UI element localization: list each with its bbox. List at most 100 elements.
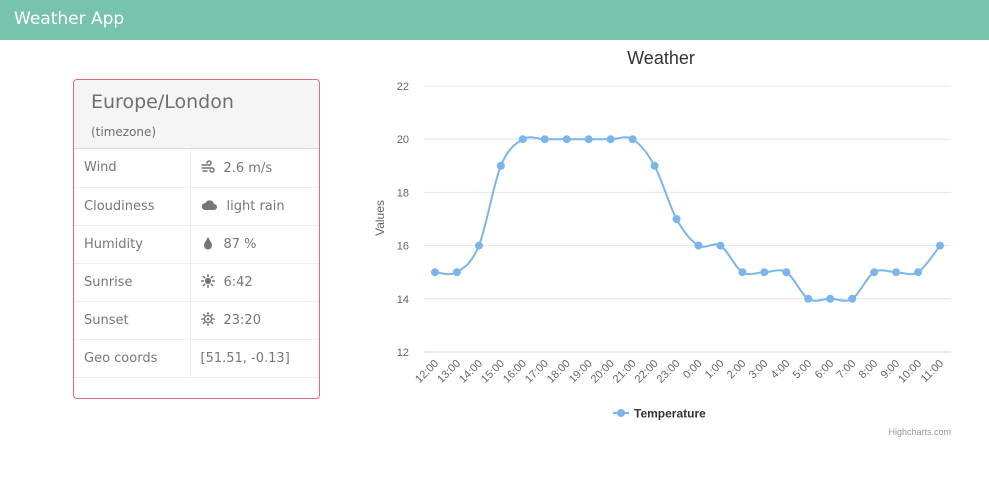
y-tick-label: 20	[397, 134, 409, 146]
cloudiness-cell: light rain	[190, 187, 319, 226]
y-tick-label: 12	[397, 347, 409, 359]
data-point[interactable]	[760, 268, 769, 277]
sun-icon	[200, 274, 215, 288]
data-point[interactable]	[540, 135, 549, 144]
geo-coords-value: [51.51, -0.13]	[190, 339, 319, 378]
row-sunset: Sunset 23:20	[74, 301, 319, 340]
y-tick-label: 16	[397, 241, 409, 253]
x-tick-label: 4:00	[769, 358, 793, 382]
sunrise-cell: 6:42	[190, 263, 319, 302]
temperature-series-line	[434, 136, 941, 302]
x-tick-label: 18:00	[545, 358, 573, 386]
row-geo-coords: Geo coords [51.51, -0.13]	[74, 339, 319, 378]
location-subtitle: (timezone)	[91, 125, 157, 139]
humidity-label: Humidity	[74, 225, 191, 264]
row-wind: Wind 2.6 m/s	[74, 149, 319, 188]
x-tick-label: 5:00	[791, 358, 815, 382]
data-point[interactable]	[474, 241, 483, 250]
humidity-cell: 87 %	[190, 225, 319, 264]
data-point[interactable]	[870, 268, 879, 277]
x-tick-label: 20:00	[589, 358, 617, 386]
sunset-gear-icon	[200, 312, 215, 326]
data-point[interactable]	[496, 161, 505, 170]
weather-info-table: Wind 2.6 m/s Cloudiness light rain Humid…	[74, 149, 319, 378]
chart-legend[interactable]: Temperature	[613, 407, 706, 421]
data-point[interactable]	[628, 135, 637, 144]
droplet-icon	[201, 236, 215, 250]
x-tick-label: 7:00	[835, 358, 859, 382]
card-header: Europe/London (timezone)	[74, 80, 319, 149]
x-tick-label: 6:00	[813, 358, 837, 382]
cloudiness-value: light rain	[226, 199, 285, 214]
y-tick-label: 14	[397, 294, 409, 306]
data-point[interactable]	[738, 268, 747, 277]
data-point[interactable]	[672, 215, 681, 223]
data-point[interactable]	[562, 135, 571, 144]
data-point[interactable]	[914, 268, 923, 277]
y-tick-label: 18	[397, 187, 409, 199]
data-point[interactable]	[782, 268, 791, 277]
chart-gridlines	[424, 85, 951, 353]
data-point[interactable]	[716, 241, 725, 250]
sunset-value: 23:20	[223, 313, 261, 328]
legend-item-temperature[interactable]: Temperature	[634, 407, 706, 421]
sunset-cell: 23:20	[190, 301, 319, 340]
chart-credits[interactable]: Highcharts.com	[888, 427, 951, 437]
y-tick-label: 22	[397, 81, 409, 93]
x-tick-label: 3:00	[747, 358, 771, 382]
location-title: Europe/London	[91, 91, 234, 113]
data-point[interactable]	[694, 241, 703, 250]
weather-info-card: Europe/London (timezone) Wind 2.6 m/s Cl…	[73, 79, 320, 399]
data-point[interactable]	[584, 135, 593, 144]
data-point[interactable]	[606, 135, 615, 144]
wind-label: Wind	[74, 149, 191, 188]
wind-icon	[200, 160, 215, 174]
x-tick-label: 1:00	[703, 358, 727, 382]
row-humidity: Humidity 87 %	[74, 225, 319, 264]
x-tick-label: 23:00	[655, 358, 683, 386]
x-tick-label: 17:00	[523, 358, 551, 386]
x-tick-label: 14:00	[457, 358, 485, 386]
row-cloudiness: Cloudiness light rain	[74, 187, 319, 226]
humidity-value: 87 %	[223, 237, 257, 252]
x-tick-label: 16:00	[501, 358, 529, 386]
data-point[interactable]	[936, 241, 945, 250]
y-axis-label: Values	[373, 200, 387, 236]
x-tick-label: 19:00	[567, 358, 595, 386]
wind-cell: 2.6 m/s	[190, 149, 319, 188]
y-axis-ticks: 12 14 16 18 20 22	[397, 81, 409, 359]
data-point[interactable]	[892, 268, 901, 277]
row-sunrise: Sunrise 6:42	[74, 263, 319, 302]
x-tick-label: 15:00	[479, 358, 507, 386]
wind-value: 2.6 m/s	[223, 160, 273, 176]
x-tick-label: 0:00	[681, 358, 705, 382]
x-tick-label: 10:00	[896, 358, 924, 386]
data-point[interactable]	[430, 268, 439, 277]
temperature-series-points	[430, 135, 945, 303]
x-tick-label: 12:00	[413, 358, 441, 386]
data-point[interactable]	[826, 294, 835, 303]
cloudiness-label: Cloudiness	[74, 187, 191, 226]
x-axis-ticks: 12:0013:0014:0015:0016:0017:0018:0019:00…	[413, 358, 946, 386]
data-point[interactable]	[452, 268, 461, 277]
data-point[interactable]	[804, 294, 813, 303]
temperature-chart: Weather 12 14 16 18 20 22 Values 12:0013:0014…	[373, 48, 951, 437]
app-title[interactable]: Weather App	[14, 9, 124, 29]
x-tick-label: 11:00	[919, 358, 946, 385]
x-tick-label: 8:00	[857, 358, 881, 382]
geo-coords-label: Geo coords	[74, 339, 191, 378]
cloud-icon	[201, 198, 218, 212]
x-tick-label: 22:00	[633, 358, 661, 386]
x-tick-label: 13:00	[435, 358, 463, 386]
data-point[interactable]	[650, 161, 659, 170]
x-tick-label: 2:00	[725, 358, 749, 382]
data-point[interactable]	[518, 135, 527, 144]
chart-title: Weather	[627, 48, 695, 68]
top-navbar: Weather App	[0, 0, 989, 40]
sunrise-value: 6:42	[223, 275, 253, 290]
sunset-label: Sunset	[74, 301, 191, 340]
sunrise-label: Sunrise	[74, 263, 191, 302]
legend-marker-icon	[617, 409, 625, 417]
x-tick-label: 21:00	[611, 358, 639, 386]
data-point[interactable]	[848, 294, 857, 303]
